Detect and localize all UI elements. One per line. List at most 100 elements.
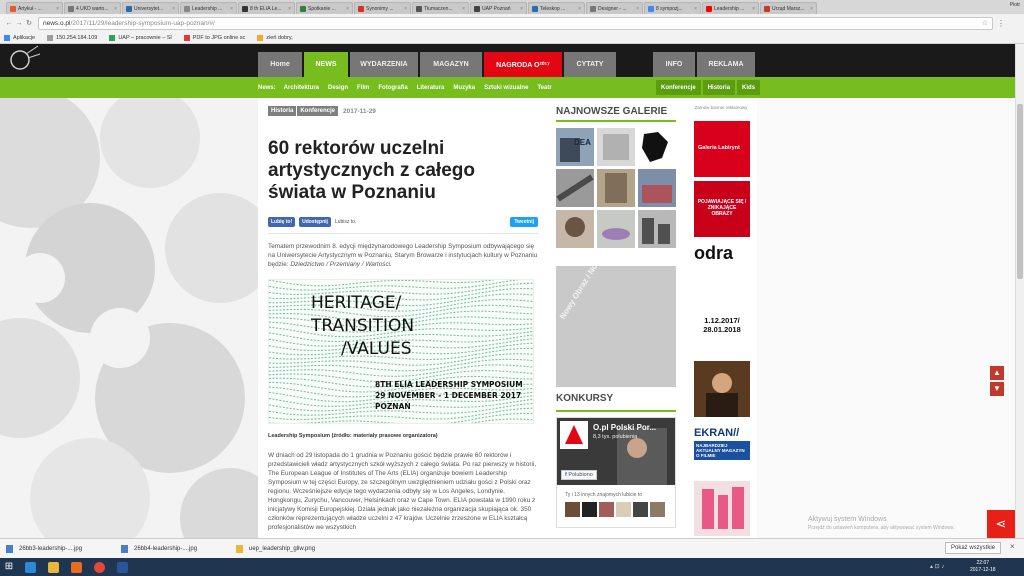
scrollbar-thumb[interactable]	[1017, 104, 1023, 279]
avatar[interactable]	[582, 502, 597, 517]
ad-odra[interactable]: odra	[694, 243, 750, 265]
close-icon[interactable]: ×	[114, 6, 117, 12]
avatar[interactable]	[565, 502, 580, 517]
close-icon[interactable]: ×	[404, 6, 407, 12]
system-tray[interactable]: ▴ ⊡ ♪	[930, 563, 944, 570]
profile-name[interactable]: Piotr	[1010, 2, 1020, 8]
subnav-item[interactable]: Design	[328, 85, 348, 91]
browser-tab[interactable]: 4 UKD warto... ×	[64, 2, 121, 14]
close-icon[interactable]: ×	[1010, 542, 1015, 551]
system-clock[interactable]: 22:07 2017-12-18	[970, 560, 996, 574]
browser-tab[interactable]: 8 th ELIA Le... ×	[238, 2, 295, 14]
gallery-thumbnail[interactable]	[597, 169, 635, 207]
bookmark-item[interactable]: PDF to JPG online sc	[183, 34, 245, 41]
subnav-item[interactable]: Teatr	[537, 85, 551, 91]
back-icon[interactable]: ←	[4, 20, 14, 27]
ad-galeria-labirynt[interactable]: Galeria Labirynt	[694, 121, 750, 177]
ie-icon[interactable]	[19, 559, 41, 575]
close-icon[interactable]: ×	[230, 6, 233, 12]
close-icon[interactable]: ×	[578, 6, 581, 12]
subnav-item[interactable]: Sztuki wizualne	[484, 85, 528, 91]
ad-dates[interactable]: 1.12.2017/ 28.01.2018	[694, 316, 750, 346]
subnav-item[interactable]: Architektura	[284, 85, 319, 91]
gallery-thumbnail[interactable]: DEA	[556, 128, 594, 166]
bookmark-item[interactable]: zień dobry,	[257, 34, 293, 41]
close-icon[interactable]: ×	[636, 6, 639, 12]
browser-tab[interactable]: Artykuł - ... ×	[6, 2, 63, 14]
nav-item[interactable]: INFO	[653, 52, 695, 77]
gallery-thumbnail[interactable]	[597, 210, 635, 248]
browser-tab[interactable]: Leadership ... ×	[180, 2, 237, 14]
download-item[interactable]: uep_leadership_gliw.png	[236, 544, 349, 553]
media-icon[interactable]	[65, 559, 87, 575]
gallery-thumbnail[interactable]	[638, 169, 676, 207]
browser-tab[interactable]: UAP Poznań ×	[470, 2, 527, 14]
subnav-item[interactable]: Film	[357, 85, 369, 91]
article-hero-image[interactable]: HERITAGE/ TRANSITION /VALUES 8TH ELIA LE…	[268, 279, 534, 424]
avatar[interactable]	[633, 502, 648, 517]
gallery-thumbnail[interactable]	[638, 210, 676, 248]
site-logo-icon[interactable]	[4, 44, 44, 80]
browser-tab[interactable]: 8 sympozj... ×	[644, 2, 701, 14]
avatar[interactable]	[616, 502, 631, 517]
folder-icon[interactable]	[42, 559, 64, 575]
close-icon[interactable]: ×	[694, 6, 697, 12]
up-arrow-icon[interactable]: ▲	[990, 366, 1004, 380]
facebook-page-widget[interactable]: O.pl Polski Por... 8,3 tys. polubienia f…	[556, 417, 676, 528]
star-icon[interactable]: ☆	[982, 19, 988, 27]
gallery-thumbnail[interactable]	[638, 128, 676, 166]
gallery-thumbnail[interactable]	[556, 169, 594, 207]
browser-tab[interactable]: Teleskop ... ×	[528, 2, 585, 14]
gallery-thumbnail[interactable]	[556, 210, 594, 248]
bookmark-item[interactable]: Aplikacje	[4, 34, 35, 41]
nav-item[interactable]: NAGRODA O²⁰¹⁷	[484, 52, 562, 77]
gallery-thumbnail[interactable]	[597, 128, 635, 166]
close-icon[interactable]: ×	[288, 6, 291, 12]
bookmark-item[interactable]: UAP – pracownie – Sl	[109, 34, 172, 41]
tweet-button[interactable]: Tweetnij	[510, 217, 538, 227]
browser-tab[interactable]: Urząd Marsz... ×	[760, 2, 817, 14]
down-arrow-icon[interactable]: ▼	[990, 382, 1004, 396]
fb-share-button[interactable]: Udostępnij	[299, 217, 331, 227]
reload-icon[interactable]: ↻	[24, 19, 34, 27]
browser-tab[interactable]: Tłumaczen... ×	[412, 2, 469, 14]
windows-start-icon[interactable]: ⊞	[0, 558, 18, 576]
browser-tab[interactable]: Universytet... ×	[122, 2, 179, 14]
ad-poster[interactable]	[694, 481, 750, 536]
close-icon[interactable]: ×	[346, 6, 349, 12]
show-all-downloads-button[interactable]: Pokaż wszystkie	[945, 542, 1002, 554]
ad-ekran[interactable]: EKRAN// NAJBARDZIEJ AKTUALNY MAGAZYN O F…	[694, 427, 750, 475]
page-scrollbar[interactable]	[1015, 44, 1024, 538]
fb-like-button[interactable]: Lubię to!	[268, 217, 296, 227]
fb-page-name[interactable]: O.pl Polski Por...	[593, 423, 656, 432]
nav-item[interactable]: WYDARZENIA	[350, 52, 418, 77]
address-bar[interactable]: news.o.pl/2017/11/29/leadership-symposiu…	[38, 16, 993, 30]
forward-icon[interactable]: →	[14, 20, 24, 27]
tag-historia[interactable]: Historia	[268, 106, 297, 116]
chrome-icon[interactable]	[88, 559, 110, 575]
close-icon[interactable]: ×	[462, 6, 465, 12]
ad-portrait[interactable]	[694, 361, 750, 417]
nav-item[interactable]: NEWS	[304, 52, 348, 77]
browser-tab[interactable]: Leadership ... ×	[702, 2, 759, 14]
browser-menu-icon[interactable]: ⋮	[997, 19, 1005, 28]
browser-tab[interactable]: Spotkanie ... ×	[296, 2, 353, 14]
word-icon[interactable]	[111, 559, 133, 575]
fb-liked-button[interactable]: f Polubiono	[561, 470, 597, 480]
bookmark-item[interactable]: 150.254.184.109	[47, 34, 97, 41]
ad-pojawiajace[interactable]: POJAWIAJĄCE SIĘ / ZNIKAJĄCE OBRAZY	[694, 181, 750, 237]
nav-item[interactable]: REKLAMA	[697, 52, 755, 77]
nav-item[interactable]: CYTATY	[564, 52, 616, 77]
tag-konferencje[interactable]: Konferencje	[297, 106, 339, 116]
browser-tab[interactable]: Designer - ... ×	[586, 2, 643, 14]
subnav-item[interactable]: Muzyka	[453, 85, 475, 91]
close-icon[interactable]: ×	[752, 6, 755, 12]
ads-label[interactable]: Zamów banner reklamowy	[692, 105, 750, 110]
close-icon[interactable]: ×	[172, 6, 175, 12]
subnav-right-item[interactable]: Historia	[702, 80, 736, 95]
close-icon[interactable]: ×	[810, 6, 813, 12]
nav-item[interactable]: MAGAZYN	[420, 52, 482, 77]
browser-tab[interactable]: Synonimy ... ×	[354, 2, 411, 14]
share-icon[interactable]: ⋖	[987, 510, 1015, 538]
subnav-item[interactable]: Fotografia	[378, 85, 407, 91]
